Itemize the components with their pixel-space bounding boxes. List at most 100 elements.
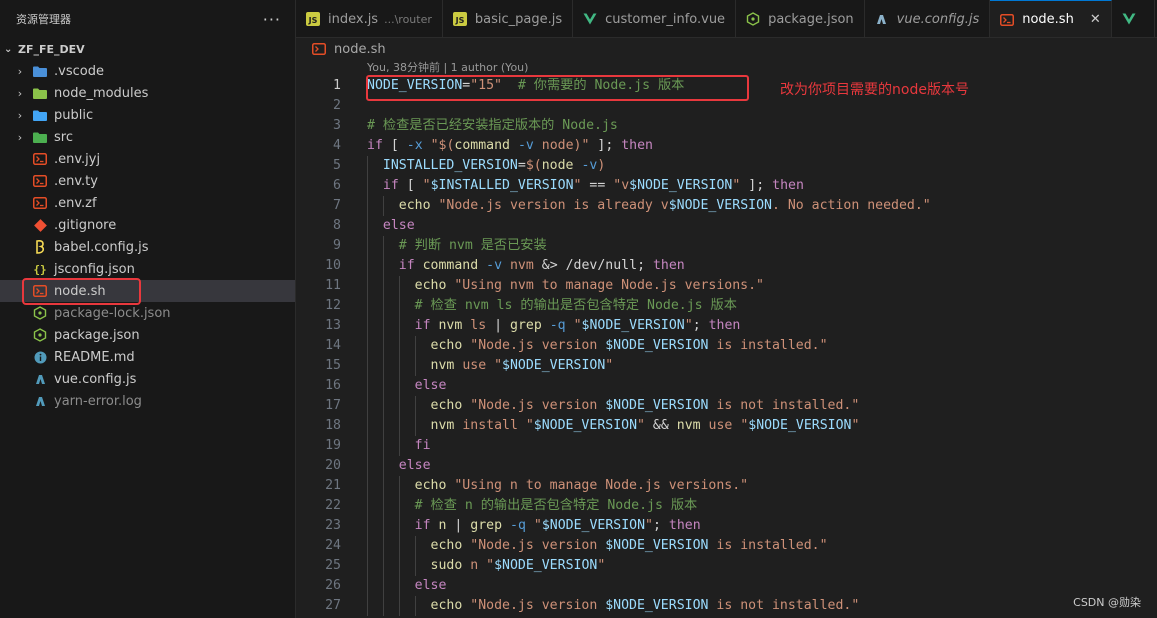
code-line: 9 # 判断 nvm 是否已安装: [296, 236, 1157, 256]
indent-guide: [367, 296, 368, 316]
line-number: 17: [325, 398, 341, 413]
indent-guide: [367, 536, 368, 556]
indent-guide: [367, 596, 368, 616]
tab-label: basic_page.js: [474, 11, 563, 27]
public-folder-icon: [32, 108, 48, 122]
log-file-icon: [32, 394, 48, 408]
indent-guide: [367, 576, 368, 596]
tree-file[interactable]: package.json: [0, 324, 295, 346]
annotation-text: 改为你项目需要的node版本号: [780, 82, 969, 98]
indent-guide: [382, 436, 384, 456]
code-line: 12 # 检查 nvm ls 的输出是否包含特定 Node.js 版本: [296, 296, 1157, 316]
editor-tab[interactable]: vue.config.js: [865, 0, 991, 37]
tree-item-label: babel.config.js: [54, 239, 149, 255]
tree-folder[interactable]: › node_modules: [0, 82, 295, 104]
workspace-root-label: ZF_FE_DEV: [18, 42, 85, 56]
line-number: 5: [333, 158, 341, 173]
tree-folder[interactable]: › src: [0, 126, 295, 148]
indent-guide: [367, 276, 368, 296]
tree-item-label: .vscode: [54, 63, 104, 79]
tree-folder[interactable]: › .vscode: [0, 60, 295, 82]
indent-guide: [382, 596, 384, 616]
tree-file[interactable]: package-lock.json: [0, 302, 295, 324]
code-lines[interactable]: 1 NODE_VERSION="15" # 你需要的 Node.js 版本 2 3…: [296, 76, 1157, 616]
indent-guide: [382, 356, 384, 376]
indent-guide: [398, 276, 400, 296]
tab-path: ...\router: [384, 12, 432, 26]
tree-item-label: node_modules: [54, 85, 149, 101]
indent-guide: [398, 476, 400, 496]
workspace-root[interactable]: ⌄ ZF_FE_DEV: [0, 38, 295, 60]
indent-guide: [367, 556, 368, 576]
tab-label: node.sh: [1022, 12, 1074, 27]
chevron-right-icon: ›: [17, 108, 23, 122]
code-line: 3 # 检查是否已经安装指定版本的 Node.js: [296, 116, 1157, 136]
indent-guide: [398, 316, 400, 336]
svg-text:JS: JS: [455, 16, 465, 25]
indent-guide: [398, 296, 400, 316]
tree-file[interactable]: README.md: [0, 346, 295, 368]
editor-tab[interactable]: package.json: [736, 0, 865, 37]
tree-file[interactable]: babel.config.js: [0, 236, 295, 258]
js-file-icon: JS: [452, 12, 467, 26]
line-number: 25: [325, 558, 341, 573]
breadcrumb-file[interactable]: node.sh: [334, 42, 386, 57]
tree-item-label: yarn-error.log: [54, 393, 142, 409]
code-line: 22 # 检查 n 的输出是否包含特定 Node.js 版本: [296, 496, 1157, 516]
json-config-file-icon: {}: [33, 262, 47, 276]
line-number: 7: [333, 198, 341, 213]
indent-guide: [367, 316, 368, 336]
indent-guide: [382, 256, 384, 276]
indent-guide: [367, 256, 368, 276]
tree-item-label: .env.zf: [54, 195, 97, 211]
tree-file[interactable]: {} jsconfig.json: [0, 258, 295, 280]
tab-label: index.js: [328, 11, 379, 27]
indent-guide: [382, 236, 384, 256]
indent-guide: [382, 576, 384, 596]
editor-tab[interactable]: JS index.js ...\router: [296, 0, 443, 37]
code-line: 6 if [ "$INSTALLED_VERSION" == "v$NODE_V…: [296, 176, 1157, 196]
indent-guide: [367, 396, 368, 416]
code-editor[interactable]: You, 38分钟前 | 1 author (You) 1 NODE_VERSIO…: [296, 60, 1157, 618]
indent-guide: [398, 576, 400, 596]
indent-guide: [367, 156, 368, 176]
annotation-box-code: [366, 75, 749, 101]
codelens-blame[interactable]: You, 38分钟前 | 1 author (You): [367, 60, 528, 76]
editor-tab[interactable]: customer_info.vue: [573, 0, 737, 37]
indent-guide: [367, 436, 368, 456]
vue-config-file-icon: [875, 12, 889, 26]
tree-file[interactable]: .env.ty: [0, 170, 295, 192]
close-icon[interactable]: ✕: [1090, 12, 1101, 27]
explorer-header: 资源管理器 ···: [0, 0, 295, 38]
indent-guide: [367, 216, 368, 236]
editor-tabs: JS index.js ...\router JS basic_page.js custo…: [296, 0, 1157, 38]
tab-label: customer_info.vue: [605, 11, 726, 27]
line-number: 13: [325, 318, 341, 333]
code-line: 14 echo "Node.js version $NODE_VERSION i…: [296, 336, 1157, 356]
line-number: 21: [325, 478, 341, 493]
tree-item-label: jsconfig.json: [54, 261, 135, 277]
indent-guide: [398, 516, 400, 536]
more-actions-icon[interactable]: ···: [263, 10, 281, 29]
editor-tab[interactable]: JS basic_page.js: [443, 0, 574, 37]
shell-file-icon: [32, 152, 48, 166]
line-number: 16: [325, 378, 341, 393]
chevron-right-icon: ›: [17, 86, 23, 100]
indent-guide: [398, 436, 400, 456]
tree-file[interactable]: .env.jyj: [0, 148, 295, 170]
editor-tab[interactable]: node.sh ✕: [990, 0, 1112, 37]
line-number: 1: [333, 78, 341, 93]
indent-guide: [382, 416, 384, 436]
indent-guide: [414, 536, 416, 556]
tree-file[interactable]: .gitignore: [0, 214, 295, 236]
tree-file[interactable]: yarn-error.log: [0, 390, 295, 412]
tree-file[interactable]: .env.zf: [0, 192, 295, 214]
indent-guide: [382, 516, 384, 536]
breadcrumb: node.sh: [296, 38, 1157, 60]
tree-file[interactable]: vue.config.js: [0, 368, 295, 390]
tree-folder[interactable]: › public: [0, 104, 295, 126]
indent-guide: [382, 296, 384, 316]
indent-guide: [382, 196, 384, 216]
line-number: 22: [325, 498, 341, 513]
editor-tab[interactable]: [1112, 0, 1155, 37]
